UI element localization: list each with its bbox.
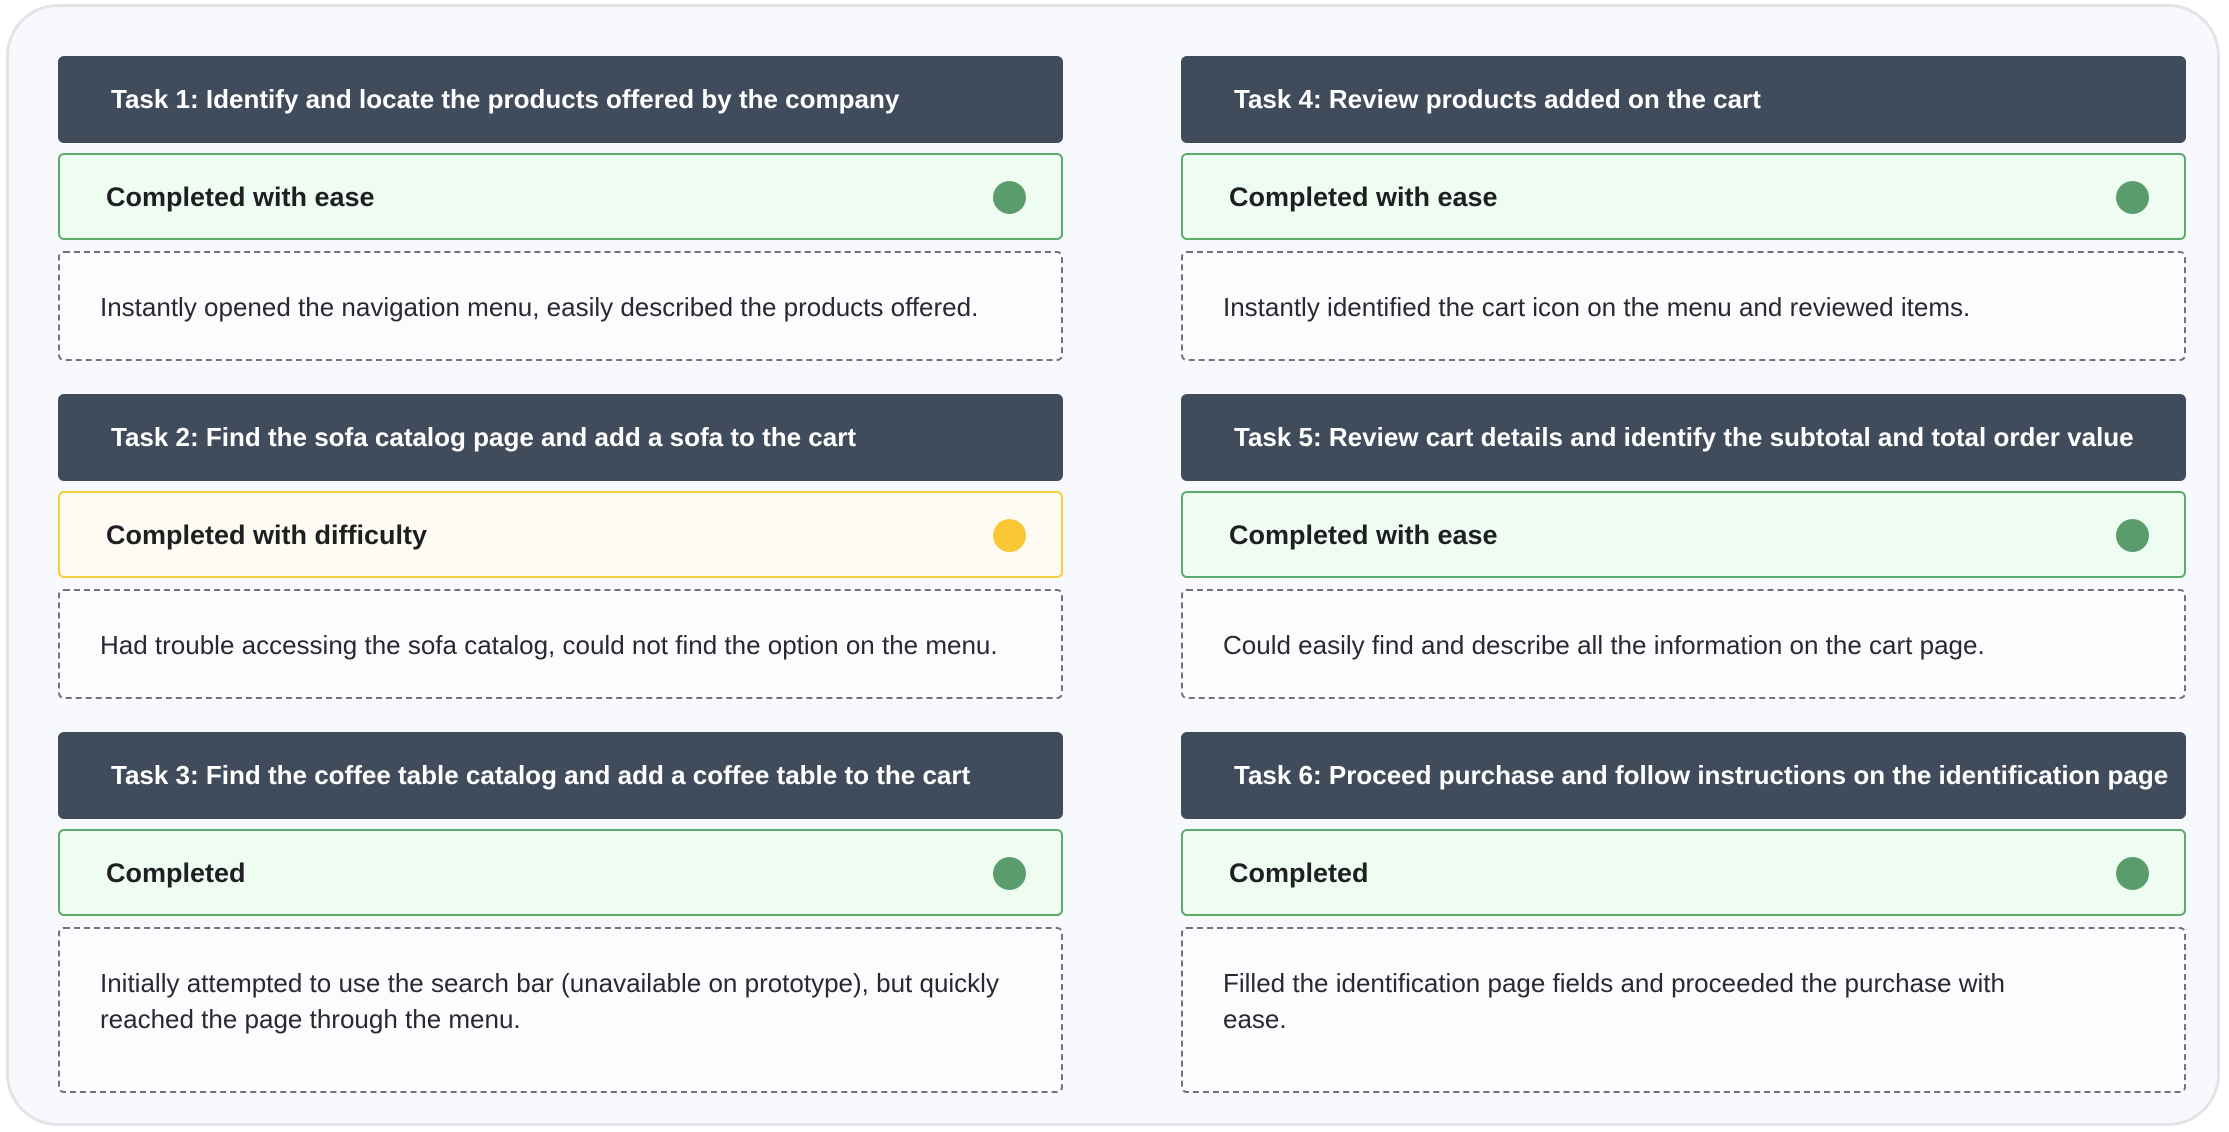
status-label: Completed with ease bbox=[1229, 182, 1498, 212]
status-bar: Completed with ease bbox=[58, 153, 1063, 240]
task-note: Filled the identification page fields an… bbox=[1181, 927, 2186, 1093]
task-title: Task 4: Review products added on the car… bbox=[1181, 56, 2186, 143]
status-dot-icon bbox=[2116, 181, 2149, 214]
task-title: Task 2: Find the sofa catalog page and a… bbox=[58, 394, 1063, 481]
status-dot-icon bbox=[993, 857, 1026, 890]
status-bar: Completed with difficulty bbox=[58, 491, 1063, 578]
status-bar: Completed bbox=[58, 829, 1063, 916]
task-note: Initially attempted to use the search ba… bbox=[58, 927, 1063, 1093]
task-title: Task 1: Identify and locate the products… bbox=[58, 56, 1063, 143]
status-label: Completed with ease bbox=[1229, 520, 1498, 550]
status-dot-icon bbox=[2116, 519, 2149, 552]
status-label: Completed bbox=[106, 858, 246, 888]
task-note: Instantly identified the cart icon on th… bbox=[1181, 251, 2186, 361]
status-dot-icon bbox=[993, 519, 1026, 552]
task-note: Instantly opened the navigation menu, ea… bbox=[58, 251, 1063, 361]
status-bar: Completed with ease bbox=[1181, 491, 2186, 578]
task-note: Could easily find and describe all the i… bbox=[1181, 589, 2186, 699]
status-label: Completed with ease bbox=[106, 182, 375, 212]
task-results-panel: Task 1: Identify and locate the products… bbox=[6, 4, 2220, 1126]
status-dot-icon bbox=[993, 181, 1026, 214]
task-title: Task 5: Review cart details and identify… bbox=[1181, 394, 2186, 481]
task-note: Had trouble accessing the sofa catalog, … bbox=[58, 589, 1063, 699]
status-bar: Completed with ease bbox=[1181, 153, 2186, 240]
task-title: Task 3: Find the coffee table catalog an… bbox=[58, 732, 1063, 819]
status-label: Completed bbox=[1229, 858, 1369, 888]
status-bar: Completed bbox=[1181, 829, 2186, 916]
status-label: Completed with difficulty bbox=[106, 520, 427, 550]
task-title: Task 6: Proceed purchase and follow inst… bbox=[1181, 732, 2186, 819]
status-dot-icon bbox=[2116, 857, 2149, 890]
